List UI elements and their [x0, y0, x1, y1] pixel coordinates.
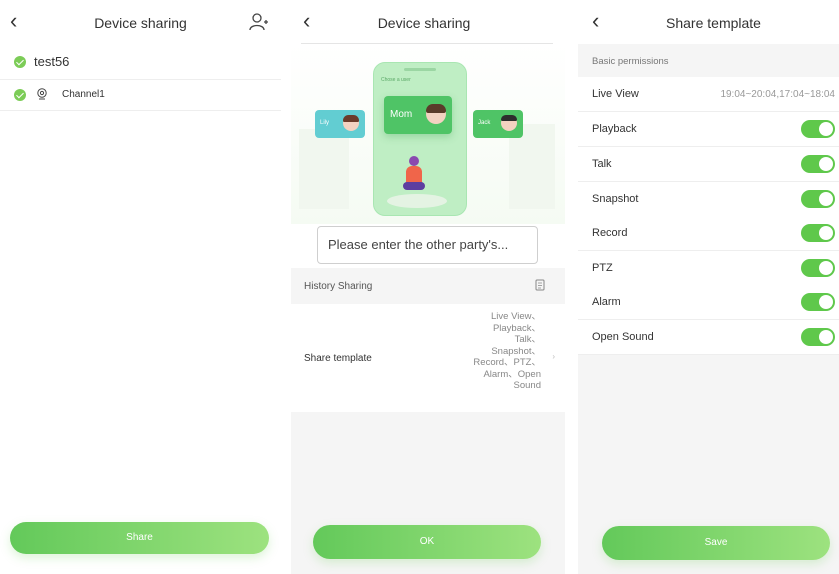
account-name: test56: [34, 54, 70, 69]
live-view-schedule: 19:04~20:04,17:04~18:04: [720, 89, 835, 100]
avatar: [426, 104, 446, 124]
permission-label: Alarm: [592, 296, 621, 308]
share-template-screen: ‹ Share template Basic permissions Live …: [578, 0, 839, 574]
person-figure: [403, 156, 425, 192]
permission-row-ptz: PTZ: [578, 251, 839, 286]
ptz-toggle[interactable]: [801, 259, 835, 277]
sharing-illustration: Chose a user Mom Lily Jack: [291, 44, 565, 224]
header: ‹ Share template: [578, 0, 839, 44]
page-title: Share template: [666, 15, 761, 31]
permission-row-talk: Talk: [578, 147, 839, 182]
share-template-value: Live View、 Playback、 Talk、 Snapshot、 Rec…: [473, 311, 541, 392]
channel-name: Channel1: [62, 89, 105, 100]
history-sharing-label: History Sharing: [304, 281, 373, 292]
user-card-mom: Mom: [384, 96, 452, 134]
user-card-jack: Jack: [473, 110, 523, 138]
chevron-right-icon: ›: [552, 352, 555, 361]
template-item: Live View、: [491, 311, 541, 322]
permission-label: Snapshot: [592, 193, 639, 205]
permission-label: Talk: [592, 158, 612, 170]
permissions-panel: Basic permissions Live View 19:04~20:04,…: [578, 44, 839, 574]
user-card-label: Lily: [320, 120, 330, 126]
playback-toggle[interactable]: [801, 120, 835, 138]
permission-row-record: Record: [578, 216, 839, 251]
section-title: Basic permissions: [592, 56, 669, 67]
user-card-label: Mom: [390, 109, 413, 120]
phone-header-text: Chose a user: [381, 77, 411, 83]
snapshot-toggle[interactable]: [801, 190, 835, 208]
page-title: Device sharing: [377, 15, 471, 31]
share-template-label: Share template: [304, 353, 372, 364]
header: ‹ Device sharing: [291, 0, 565, 44]
history-icon[interactable]: [535, 279, 545, 291]
phone-number-field[interactable]: [317, 226, 538, 264]
device-sharing-invite-screen: ‹ Device sharing Chose a user Mom Lily J…: [291, 0, 565, 574]
permission-row-playback: Playback: [578, 112, 839, 147]
template-item: Playback、: [492, 322, 541, 334]
permission-label: Record: [592, 227, 628, 239]
share-button[interactable]: Share: [10, 522, 269, 554]
avatar: [501, 115, 517, 131]
user-card-lily: Lily: [315, 110, 365, 138]
share-template-row[interactable]: Share template Live View、 Playback、 Talk…: [291, 304, 565, 412]
save-button[interactable]: Save: [602, 526, 830, 560]
camera-icon: [37, 88, 47, 100]
permission-label: PTZ: [592, 262, 613, 274]
ok-button[interactable]: OK: [313, 525, 541, 559]
open-sound-toggle[interactable]: [801, 328, 835, 346]
add-user-icon[interactable]: [249, 12, 269, 32]
template-item: Sound: [513, 380, 541, 391]
talk-toggle[interactable]: [801, 155, 835, 173]
alarm-toggle[interactable]: [801, 293, 835, 311]
channel-row[interactable]: Channel1: [0, 80, 281, 111]
record-toggle[interactable]: [801, 224, 835, 242]
avatar: [343, 115, 359, 131]
content-panel: History Sharing Share template Live View…: [291, 268, 565, 574]
permission-label: Live View: [592, 88, 639, 100]
page-title: Device sharing: [94, 15, 187, 31]
building-shape: [299, 129, 349, 209]
permission-label: Playback: [592, 123, 637, 135]
live-view-row[interactable]: Live View 19:04~20:04,17:04~18:04: [578, 77, 839, 112]
template-item: Alarm、Open: [483, 368, 541, 380]
template-item: Talk、: [514, 334, 541, 345]
account-row[interactable]: test56: [0, 44, 281, 80]
shadow-shape: [387, 194, 447, 208]
check-icon: [14, 56, 26, 68]
permission-row-open-sound: Open Sound: [578, 320, 839, 355]
permission-row-alarm: Alarm: [578, 285, 839, 320]
template-item: Record、PTZ、: [473, 357, 541, 368]
phone-number-input[interactable]: [326, 236, 530, 253]
template-item: Snapshot、: [491, 345, 541, 357]
phone-shape: Chose a user: [373, 62, 467, 216]
permission-label: Open Sound: [592, 331, 654, 343]
device-sharing-screen: ‹ Device sharing test56 Channel1 Share: [0, 0, 281, 574]
user-card-label: Jack: [478, 120, 491, 126]
header: ‹ Device sharing: [0, 0, 281, 44]
permission-row-snapshot: Snapshot: [578, 182, 839, 217]
check-icon: [14, 89, 26, 101]
